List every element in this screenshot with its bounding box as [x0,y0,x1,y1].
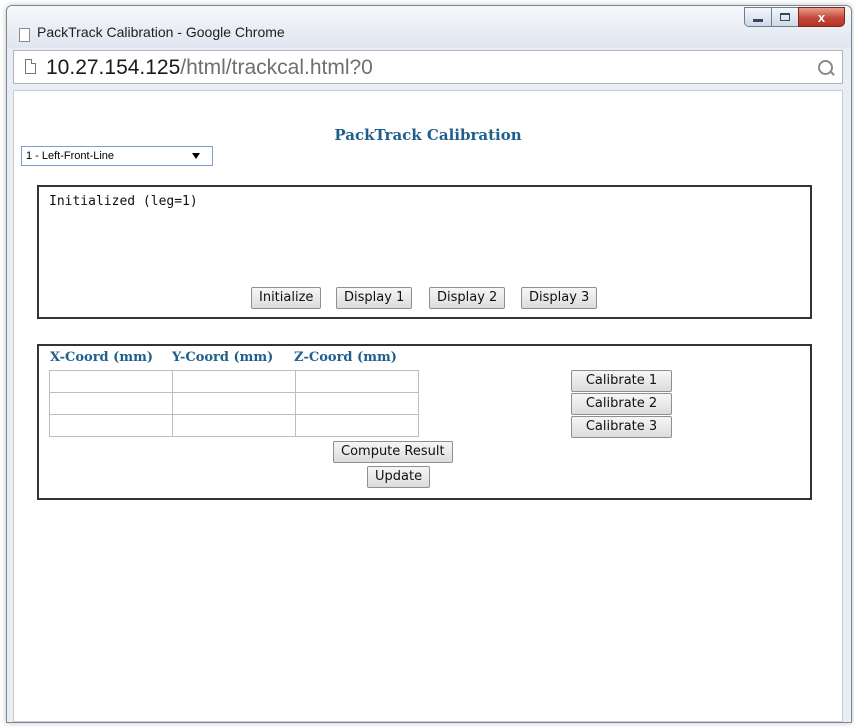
compute-result-button[interactable]: Compute Result [333,441,453,463]
table-row [49,414,419,437]
leg-select-value: 1 - Left-Front-Line [26,150,115,162]
initialize-button[interactable]: Initialize [251,287,322,309]
table-row [49,392,419,415]
page-icon [25,59,36,74]
coordinates-table [49,370,419,437]
x-coord-input-3[interactable] [50,415,172,436]
z-coord-input-2[interactable] [296,393,418,414]
window-title: PackTrack Calibration - Google Chrome [37,24,285,40]
z-coord-input-3[interactable] [296,415,418,436]
page-content: PackTrack Calibration 1 - Left-Front-Lin… [13,90,843,722]
url-host: 10.27.154.125 [46,56,181,79]
close-button[interactable]: x [798,7,845,27]
url-text[interactable]: 10.27.154.125/html/trackcal.html?0 [46,56,373,80]
x-coord-header: X-Coord (mm) [50,350,153,365]
url-path: /html/trackcal.html?0 [180,56,373,79]
calibrate-2-button[interactable]: Calibrate 2 [571,393,672,415]
table-cell [49,370,173,393]
status-panel: Initialized (leg=1) Initialize Display 1… [37,185,812,319]
z-coord-input-1[interactable] [296,371,418,392]
leg-select[interactable]: 1 - Left-Front-Line [21,146,213,166]
minimize-icon [753,19,763,22]
table-row [49,370,419,393]
y-coord-input-3[interactable] [173,415,295,436]
page-icon [19,28,30,42]
status-text: Initialized (leg=1) [49,194,198,209]
y-coord-input-2[interactable] [173,393,295,414]
y-coord-input-1[interactable] [173,371,295,392]
browser-window: PackTrack Calibration - Google Chrome x … [6,5,852,723]
display-1-button[interactable]: Display 1 [336,287,413,309]
page-title: PackTrack Calibration [334,126,522,144]
table-cell [172,414,296,437]
table-cell [172,392,296,415]
table-cell [295,370,419,393]
calibrate-1-button[interactable]: Calibrate 1 [571,370,672,392]
table-cell [295,414,419,437]
maximize-button[interactable] [771,7,799,27]
dropdown-arrow-icon [192,153,200,159]
z-coord-header: Z-Coord (mm) [294,350,397,365]
table-cell [49,392,173,415]
x-coord-input-2[interactable] [50,393,172,414]
x-coord-input-1[interactable] [50,371,172,392]
title-bar: PackTrack Calibration - Google Chrome x [7,6,851,48]
zoom-icon[interactable] [818,60,833,75]
address-bar[interactable]: 10.27.154.125/html/trackcal.html?0 [13,50,843,84]
calibrate-3-button[interactable]: Calibrate 3 [571,416,672,438]
table-cell [172,370,296,393]
window-controls: x [744,7,845,29]
display-3-button[interactable]: Display 3 [521,287,598,309]
maximize-icon [780,13,790,21]
coordinates-panel: X-Coord (mm) Y-Coord (mm) Z-Coord (mm) C… [37,344,812,500]
update-button[interactable]: Update [367,466,431,488]
table-cell [295,392,419,415]
minimize-button[interactable] [744,7,772,27]
table-cell [49,414,173,437]
y-coord-header: Y-Coord (mm) [172,350,274,365]
close-icon: x [817,9,826,25]
display-2-button[interactable]: Display 2 [429,287,506,309]
